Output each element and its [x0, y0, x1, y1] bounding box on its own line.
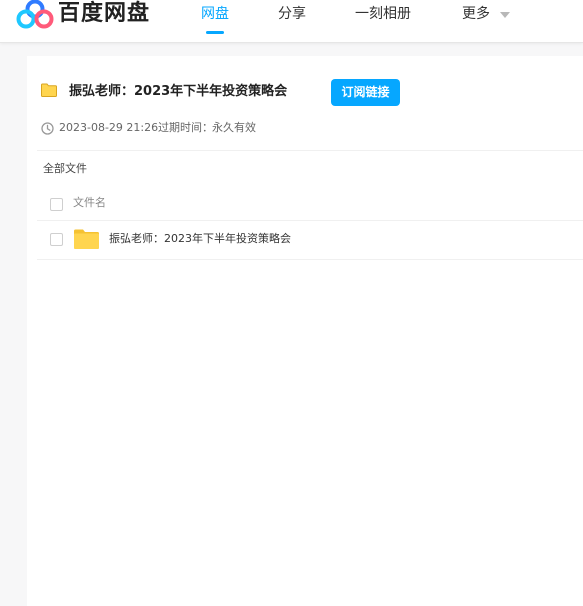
- top-bar: 百度网盘 网盘 分享 一刻相册 更多: [0, 0, 583, 43]
- row-checkbox[interactable]: [50, 233, 63, 246]
- expire-value: 永久有效: [212, 121, 256, 134]
- divider: [37, 150, 583, 151]
- expire-label: 过期时间：: [158, 121, 213, 134]
- nav-netdisk[interactable]: 网盘: [201, 4, 229, 24]
- divider: [37, 259, 583, 260]
- nav-more[interactable]: 更多: [462, 4, 490, 24]
- subscribe-link-button[interactable]: 订阅链接: [331, 79, 400, 106]
- clock-icon: [41, 122, 54, 135]
- column-header-filename[interactable]: 文件名: [73, 195, 106, 211]
- file-name-link[interactable]: 振弘老师：2023年下半年投资策略会: [109, 231, 291, 247]
- share-date: 2023-08-29 21:26: [59, 121, 159, 134]
- nav-share[interactable]: 分享: [278, 4, 306, 24]
- chevron-down-icon[interactable]: [500, 12, 510, 18]
- nav-photo-album[interactable]: 一刻相册: [355, 4, 411, 24]
- share-title: 振弘老师：2023年下半年投资策略会: [69, 84, 288, 99]
- folder-icon[interactable]: [74, 228, 99, 249]
- folder-icon: [41, 83, 57, 97]
- share-panel: 振弘老师：2023年下半年投资策略会 订阅链接 2023-08-29 21:26…: [27, 56, 583, 606]
- brand-name[interactable]: 百度网盘: [58, 0, 150, 28]
- select-all-checkbox[interactable]: [50, 198, 63, 211]
- baidu-netdisk-logo-icon[interactable]: [16, 0, 54, 30]
- nav-active-indicator: [206, 31, 224, 34]
- breadcrumb[interactable]: 全部文件: [43, 161, 87, 177]
